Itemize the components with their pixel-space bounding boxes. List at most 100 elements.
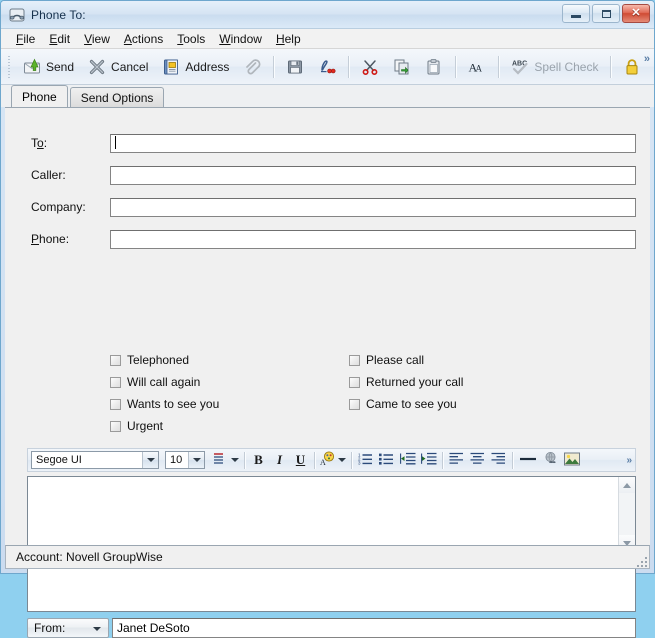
checkbox-wants-to-see-you[interactable]: Wants to see you (110, 397, 219, 411)
menu-item-actions[interactable]: Actions (117, 31, 170, 47)
scroll-up-button[interactable] (619, 477, 635, 493)
maximize-glyph-icon (601, 9, 611, 18)
close-icon: ✕ (631, 7, 641, 19)
checkbox-grid: Telephoned Will call again Wants to see … (5, 353, 650, 438)
toolbar-grip[interactable] (7, 55, 13, 78)
address-button[interactable]: Address (155, 52, 236, 81)
title-bar: Phone To: ✕ (1, 1, 654, 28)
menu-item-tools[interactable]: Tools (170, 31, 212, 47)
save-button[interactable] (279, 52, 311, 81)
message-body-text (28, 477, 635, 483)
tab-send-options[interactable]: Send Options (69, 87, 165, 107)
menu-bar: File Edit View Actions Tools Window Help (1, 28, 654, 49)
hyperlink-button[interactable] (540, 450, 561, 470)
minimize-glyph-icon (571, 15, 581, 18)
cancel-x-icon (88, 58, 106, 76)
send-button[interactable]: Send (16, 52, 81, 81)
minimize-button[interactable] (562, 4, 590, 23)
svg-text:A: A (476, 63, 483, 73)
bulleted-list-button[interactable] (376, 450, 397, 470)
signature-button[interactable] (311, 52, 343, 81)
align-center-button[interactable] (467, 450, 488, 470)
attach-button[interactable] (236, 52, 268, 81)
menu-item-help[interactable]: Help (269, 31, 308, 47)
resize-grip-icon[interactable] (635, 555, 647, 567)
align-left-icon (449, 452, 464, 468)
font-size-combo[interactable]: 10 (165, 451, 205, 469)
maximize-button[interactable] (592, 4, 620, 23)
format-overflow-chevron-icon[interactable]: » (626, 455, 635, 466)
close-button[interactable]: ✕ (622, 4, 650, 23)
company-input[interactable] (110, 197, 636, 217)
checkbox-box-icon (349, 376, 360, 388)
checkbox-will-call-again[interactable]: Will call again (110, 375, 200, 389)
bulleted-list-icon (379, 452, 394, 468)
paragraph-style-icon (213, 452, 229, 469)
telephone-icon (9, 7, 25, 23)
chevron-down-icon[interactable] (188, 452, 204, 468)
spell-check-label: Spell Check (534, 59, 599, 74)
to-input[interactable] (110, 133, 636, 153)
increase-indent-button[interactable] (418, 450, 439, 470)
clipboard-paste-icon (425, 58, 443, 76)
align-right-button[interactable] (488, 450, 509, 470)
bold-button[interactable]: B (248, 450, 269, 470)
checkbox-urgent[interactable]: Urgent (110, 419, 163, 433)
checkbox-returned-your-call[interactable]: Returned your call (349, 375, 463, 389)
toolbar-separator-2 (348, 55, 350, 78)
checkbox-label: Telephoned (127, 353, 190, 367)
from-input[interactable]: Janet DeSoto (112, 618, 636, 638)
format-separator-3 (351, 451, 352, 469)
italic-button[interactable]: I (269, 450, 290, 470)
decrease-indent-icon (399, 452, 416, 468)
font-button[interactable]: A A (461, 52, 493, 81)
horizontal-line-button[interactable] (516, 450, 540, 470)
checkbox-label: Came to see you (366, 397, 457, 411)
tab-send-options-label: Send Options (80, 90, 154, 105)
checkbox-box-icon (349, 398, 360, 410)
message-body-scrollbar[interactable] (618, 477, 635, 551)
cancel-button[interactable]: Cancel (81, 52, 155, 81)
message-body-area[interactable] (27, 476, 636, 552)
font-color-button[interactable]: A (318, 450, 348, 470)
cut-button[interactable] (354, 52, 386, 81)
copy-button[interactable] (386, 52, 418, 81)
from-dropdown-button[interactable]: From: (27, 618, 109, 638)
toolbar-separator-3 (455, 55, 457, 78)
horizontal-line-icon (519, 453, 537, 467)
menu-item-view[interactable]: View (77, 31, 117, 47)
menu-item-window[interactable]: Window (212, 31, 269, 47)
paste-button[interactable] (418, 52, 450, 81)
tab-phone[interactable]: Phone (11, 85, 68, 107)
phone-label: Phone: (31, 232, 70, 246)
address-book-icon (162, 58, 180, 76)
checkbox-came-to-see-you[interactable]: Came to see you (349, 397, 457, 411)
menu-item-file[interactable]: File (9, 31, 42, 47)
caller-input[interactable] (110, 165, 636, 185)
decrease-indent-button[interactable] (397, 450, 418, 470)
checkbox-telephoned[interactable]: Telephoned (110, 353, 189, 367)
status-bar: Account: Novell GroupWise (5, 545, 650, 569)
underline-button[interactable]: U (290, 450, 311, 470)
phone-input[interactable] (110, 229, 636, 249)
insert-image-button[interactable] (561, 450, 582, 470)
checkbox-please-call[interactable]: Please call (349, 353, 424, 367)
chevron-down-icon[interactable] (142, 452, 158, 468)
numbered-list-button[interactable]: 1 2 3 (355, 450, 376, 470)
phone-row: Phone: (5, 228, 650, 250)
underline-icon: U (295, 452, 306, 467)
paragraph-style-button[interactable] (211, 450, 241, 470)
align-left-button[interactable] (446, 450, 467, 470)
font-name-combo[interactable]: Segoe UI (31, 451, 159, 469)
spell-check-button[interactable]: ABC Spell Check (504, 52, 605, 81)
menu-item-edit[interactable]: Edit (42, 31, 77, 47)
italic-icon: I (276, 452, 283, 467)
checkbox-label: Please call (366, 353, 425, 367)
cancel-label: Cancel (111, 59, 149, 74)
align-right-icon (491, 452, 506, 468)
to-label: To: (31, 136, 48, 150)
send-envelope-icon (23, 58, 41, 76)
caller-row: Caller: (5, 164, 650, 186)
toolbar-overflow-chevron-icon[interactable]: » (644, 53, 650, 65)
from-row: From: Janet DeSoto (27, 618, 636, 638)
